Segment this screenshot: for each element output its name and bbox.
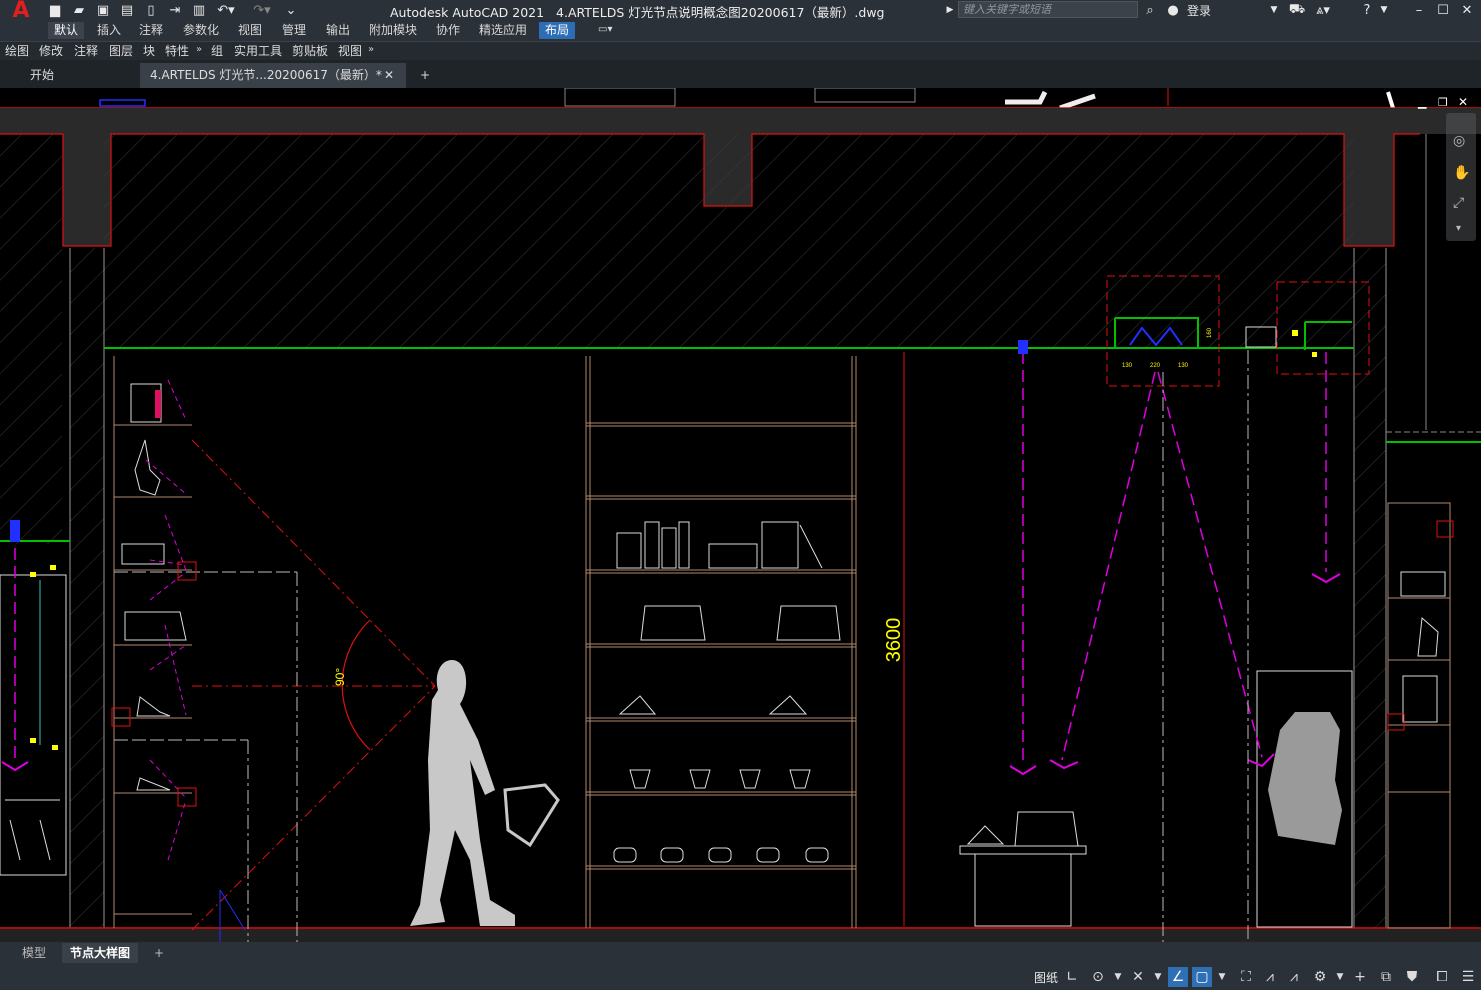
hardware-acceleration-icon[interactable]: ⛊: [1402, 967, 1422, 987]
login-dropdown-icon[interactable]: ▼: [1268, 1, 1280, 19]
tab-addins[interactable]: 附加模块: [363, 22, 423, 39]
grid-snap-icon[interactable]: ∟: [1062, 967, 1082, 987]
add-layout-button[interactable]: +: [146, 943, 172, 963]
tab-current-drawing[interactable]: 4.ARTELDS 灯光节...20200617（最新）* ✕: [140, 63, 406, 88]
maximize-icon[interactable]: ☐: [1434, 1, 1452, 19]
customize-menu-icon[interactable]: ☰: [1458, 967, 1478, 987]
dimension-height-label: 3600: [883, 618, 905, 663]
viewport-restore-icon[interactable]: ❐: [1438, 96, 1448, 109]
isometric-icon[interactable]: ✕: [1128, 967, 1148, 987]
drawing-canvas[interactable]: 3600 90° 130 220 130 160: [0, 87, 1481, 942]
open-web-icon[interactable]: ▯: [142, 1, 160, 19]
layout-tab-bar: 模型 节点大样图 +: [0, 942, 1481, 964]
panel-properties[interactable]: 特性: [165, 43, 189, 60]
detail-dim-center: 220: [1150, 363, 1161, 369]
tab-model[interactable]: 模型: [14, 943, 54, 963]
new-tab-button[interactable]: +: [410, 63, 440, 88]
search-icon[interactable]: ⌕: [1141, 1, 1159, 19]
new-file-icon[interactable]: ▆: [46, 1, 64, 19]
tab-parametric[interactable]: 参数化: [177, 22, 225, 39]
workspace-dropdown-icon[interactable]: ▼: [1330, 967, 1350, 987]
steering-wheel-icon[interactable]: ◎: [1453, 133, 1465, 149]
ribbon-tab-bar: 默认 插入 注释 参数化 视图 管理 输出 附加模块 协作 精选应用 布局 ▭▾: [0, 20, 1481, 41]
viewport-minimize-icon[interactable]: ▁: [1418, 96, 1426, 109]
save-as-icon[interactable]: ▤: [118, 1, 136, 19]
document-title: 4.ARTELDS 灯光节点说明概念图20200617（最新）.dwg: [556, 5, 885, 20]
user-icon[interactable]: ●: [1164, 1, 1182, 19]
navigation-bar: ◎ ✋ ⤢ ▾: [1446, 113, 1476, 241]
panel-layers[interactable]: 图层: [109, 43, 133, 60]
panel-overflow-icon[interactable]: »: [196, 44, 202, 55]
annotation-visibility-icon[interactable]: ⩘: [1260, 967, 1280, 987]
undo-icon[interactable]: ↶▾: [214, 1, 238, 19]
panel-view[interactable]: 视图: [338, 43, 362, 60]
tab-featured-apps[interactable]: 精选应用: [473, 22, 533, 39]
add-icon[interactable]: +: [1350, 967, 1370, 987]
panel-groups[interactable]: 组: [211, 43, 223, 60]
detail-dim-left: 130: [1122, 363, 1133, 369]
plot-icon[interactable]: ▥: [190, 1, 208, 19]
cart-icon[interactable]: ⛟: [1288, 1, 1306, 19]
status-bar: 图纸 ∟ ⊙ ▼ ✕ ▼ ∠ ▢ ▼ ⛶ ⩘ ⩘ ⚙ ▼ + ⧉ ⛊ ⧠ ☰: [0, 964, 1481, 990]
panel-draw[interactable]: 绘图: [5, 43, 29, 60]
selection-cycling-icon[interactable]: ⛶: [1236, 967, 1256, 987]
panel-clipboard[interactable]: 剪贴板: [292, 43, 328, 60]
tab-insert[interactable]: 插入: [91, 22, 127, 39]
polar-tracking-icon[interactable]: ⊙: [1088, 967, 1108, 987]
document-tab-bar: 开始 4.ARTELDS 灯光节...20200617（最新）* ✕ +: [0, 60, 1481, 88]
login-button[interactable]: 登录: [1187, 2, 1211, 19]
tab-node-detail[interactable]: 节点大样图: [62, 943, 139, 963]
title-bar: A ▆ ▰ ▣ ▤ ▯ ⇥ ▥ ↶▾ ↷▾ ⌄ Autodesk AutoCAD…: [0, 0, 1481, 23]
tab-start[interactable]: 开始: [20, 63, 138, 88]
isolate-objects-icon[interactable]: ⧉: [1376, 967, 1396, 987]
autocad-logo-icon[interactable]: A: [6, 0, 36, 23]
polar-dropdown-icon[interactable]: ▼: [1108, 967, 1128, 987]
tab-layout[interactable]: 布局: [539, 22, 576, 39]
minimize-icon[interactable]: –: [1410, 1, 1428, 19]
search-expand-icon[interactable]: ▶: [944, 1, 956, 19]
detail-dim-height: 160: [1207, 327, 1213, 338]
tab-close-icon[interactable]: ✕: [384, 63, 394, 88]
customize-toolbar-icon[interactable]: ⌄: [284, 1, 298, 19]
cad-drawing[interactable]: 3600 90° 130 220 130 160: [0, 87, 1481, 942]
help-dropdown-icon[interactable]: ▼: [1378, 1, 1390, 19]
panel-modify[interactable]: 修改: [39, 43, 63, 60]
tab-manage[interactable]: 管理: [276, 22, 312, 39]
navbar-menu-icon[interactable]: ▾: [1456, 223, 1461, 234]
panel-annotation[interactable]: 注释: [74, 43, 98, 60]
panel-expand-icon[interactable]: »: [368, 44, 374, 55]
autodesk-app-icon[interactable]: ⩓▾: [1310, 1, 1336, 19]
annotation-scale-icon[interactable]: ⩘: [1284, 967, 1304, 987]
tab-collaborate[interactable]: 协作: [430, 22, 466, 39]
object-snap-tracking-icon[interactable]: ∠: [1168, 967, 1188, 987]
paper-space-label[interactable]: 图纸: [1034, 969, 1058, 986]
clean-screen-icon[interactable]: ⧠: [1432, 967, 1452, 987]
tab-annotate[interactable]: 注释: [133, 22, 169, 39]
panel-block[interactable]: 块: [143, 43, 155, 60]
ribbon-panel-row: 绘图 修改 注释 图层 块 特性 » 组 实用工具 剪贴板 视图 »: [0, 41, 1481, 60]
tab-output[interactable]: 输出: [320, 22, 356, 39]
isometric-dropdown-icon[interactable]: ▼: [1148, 967, 1168, 987]
detail-dim-right: 130: [1178, 363, 1189, 369]
tab-view[interactable]: 视图: [232, 22, 268, 39]
angle-label: 90°: [333, 668, 347, 686]
help-icon[interactable]: ?: [1356, 1, 1378, 19]
zoom-extents-icon[interactable]: ⤢: [1453, 195, 1464, 211]
ribbon-minimize-icon[interactable]: ▭▾: [598, 24, 626, 37]
panel-utilities[interactable]: 实用工具: [234, 43, 282, 60]
viewport-close-icon[interactable]: ✕: [1458, 95, 1468, 109]
tab-default[interactable]: 默认: [48, 22, 85, 39]
object-snap-icon[interactable]: ▢: [1192, 967, 1212, 987]
current-drawing-label: 4.ARTELDS 灯光节...20200617（最新）*: [150, 68, 382, 82]
save-icon[interactable]: ▣: [94, 1, 112, 19]
save-web-icon[interactable]: ⇥: [166, 1, 184, 19]
search-input[interactable]: 键入关键字或短语: [958, 1, 1138, 18]
close-icon[interactable]: ✕: [1458, 1, 1476, 19]
workspace-gear-icon[interactable]: ⚙: [1310, 967, 1330, 987]
redo-icon[interactable]: ↷▾: [250, 1, 274, 19]
open-file-icon[interactable]: ▰: [70, 1, 88, 19]
app-name: Autodesk AutoCAD 2021: [390, 5, 545, 20]
pan-icon[interactable]: ✋: [1453, 165, 1470, 181]
object-snap-dropdown-icon[interactable]: ▼: [1212, 967, 1232, 987]
